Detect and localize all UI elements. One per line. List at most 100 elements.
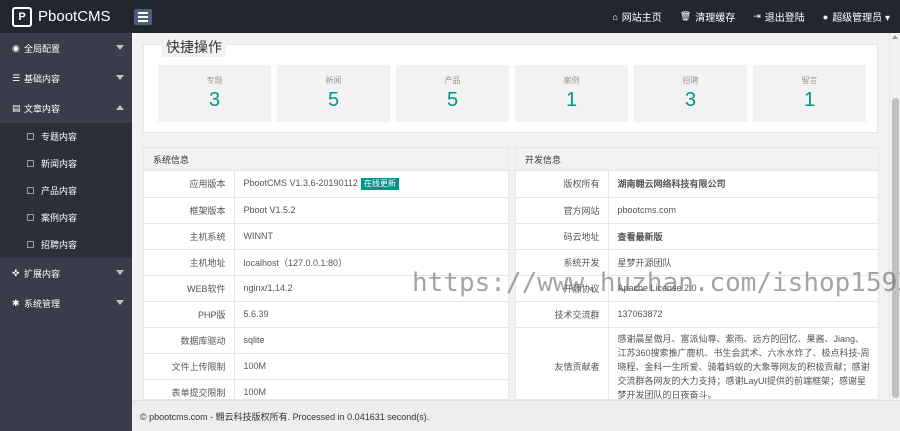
scroll-up-icon[interactable] <box>892 35 898 39</box>
file-text-icon: ▢ <box>26 212 35 222</box>
info-key: 友情贡献者 <box>516 327 609 400</box>
sidebar-item-global-config[interactable]: ◉ 全局配置 <box>0 33 132 63</box>
file-text-icon: ▢ <box>26 185 35 195</box>
file-text-icon: ▢ <box>26 239 35 249</box>
logo-icon: P <box>12 6 32 27</box>
quick-card-news[interactable]: 新闻 5 <box>277 65 390 122</box>
sidebar-item-extended-content[interactable]: ✜ 扩展内容 <box>0 258 132 288</box>
quick-card-value: 5 <box>327 89 340 111</box>
vertical-scrollbar[interactable] <box>889 33 900 400</box>
info-key: 码云地址 <box>516 223 609 250</box>
quick-card-topics[interactable]: 专题 3 <box>158 65 271 122</box>
chevron-down-icon <box>116 270 124 275</box>
user-menu[interactable]: ● 超级管理员 ▾ <box>823 9 890 25</box>
info-value: 5.6.39 <box>234 301 508 328</box>
sidebar-item-article-content[interactable]: ▤ 文章内容 <box>0 93 132 123</box>
table-row: 友情贡献者 感谢晨星傲月、富派仙尊、紫雨、远方的回忆、果酱、Jiang、江苏36… <box>516 327 878 400</box>
sidebar-item-system-management[interactable]: ✱ 系统管理 <box>0 288 132 318</box>
quick-card-products[interactable]: 产品 5 <box>396 65 509 122</box>
chevron-up-icon <box>116 105 124 110</box>
watermark: https://www.huzhan.com/ishop15931 <box>412 268 900 298</box>
sidebar-item-topics[interactable]: ▢ 专题内容 <box>0 123 132 150</box>
menu-toggle-button[interactable] <box>134 8 152 25</box>
info-key: 版权所有 <box>516 171 609 198</box>
table-row: 版权所有 湖南翱云网络科技有限公司 <box>516 171 878 198</box>
quick-actions: 快捷操作 专题 3 新闻 5 产品 5 案例 1 招聘 3 留言 1 <box>143 37 878 133</box>
dev-info-title: 开发信息 <box>516 148 878 171</box>
sidebar-item-basic-content[interactable]: ☰ 基础内容 <box>0 63 132 93</box>
info-value: 100M <box>234 353 508 380</box>
online-update-button[interactable]: 在线更新 <box>360 177 399 190</box>
sidebar-item-products[interactable]: ▢ 产品内容 <box>0 177 132 204</box>
sidebar-item-label: 全局配置 <box>24 43 61 54</box>
footer-text: © pbootcms.com - 翱云科技版权所有. Processed in … <box>140 411 430 422</box>
quick-card-label: 留言 <box>801 76 818 85</box>
table-row: PHP版 5.6.39 <box>144 301 508 328</box>
info-key: 文件上传限制 <box>144 353 235 380</box>
quick-cards: 专题 3 新闻 5 产品 5 案例 1 招聘 3 留言 1 <box>158 65 866 122</box>
system-info-title: 系统信息 <box>144 148 508 171</box>
table-row: 应用版本 PbootCMS V1.3.6-20190112 在线更新 <box>144 171 508 198</box>
footer: © pbootcms.com - 翱云科技版权所有. Processed in … <box>132 400 900 431</box>
table-row: 表单提交限制 100M <box>144 379 508 400</box>
gear-icon: ✱ <box>12 297 20 308</box>
info-key: PHP版 <box>144 301 235 328</box>
clear-cache-label: 清理缓存 <box>695 13 736 24</box>
chevron-down-icon <box>116 45 124 50</box>
table-row: 主机系统 WINNT <box>144 223 508 250</box>
info-key: 主机地址 <box>144 249 235 276</box>
file-text-icon: ▢ <box>26 131 35 141</box>
home-link[interactable]: ⌂ 网站主页 <box>612 9 661 25</box>
globe-icon: ◉ <box>12 42 20 53</box>
sidebar-item-news[interactable]: ▢ 新闻内容 <box>0 150 132 177</box>
sidebar-subitem-label: 案例内容 <box>41 213 78 223</box>
quick-card-value: 1 <box>565 89 578 111</box>
quick-card-jobs[interactable]: 招聘 3 <box>634 65 747 122</box>
quick-card-label: 产品 <box>444 76 461 85</box>
table-row: 技术交流群 137063872 <box>516 301 878 328</box>
expand-icon: ✜ <box>12 267 20 278</box>
quick-card-messages[interactable]: 留言 1 <box>753 65 866 122</box>
quick-card-value: 3 <box>208 89 221 111</box>
info-key: 技术交流群 <box>516 301 609 328</box>
quick-card-cases[interactable]: 案例 1 <box>515 65 628 122</box>
contributors-text: 感谢晨星傲月、富派仙尊、紫雨、远方的回忆、果酱、Jiang、江苏360搜索推广鹿… <box>608 327 878 400</box>
quick-card-label: 新闻 <box>325 76 342 85</box>
quick-card-value: 5 <box>446 89 459 111</box>
app-logo[interactable]: P PbootCMS <box>0 0 132 33</box>
copyright-link[interactable]: 湖南翱云网络科技有限公司 <box>608 171 878 198</box>
sidebar-item-jobs[interactable]: ▢ 招聘内容 <box>0 231 132 258</box>
clear-cache-link[interactable]: 🗑 清理缓存 <box>680 9 735 24</box>
sidebar: ◉ 全局配置 ☰ 基础内容 ▤ 文章内容 ▢ 专题内容 ▢ 新闻内容 ▢ 产品内… <box>0 33 132 431</box>
file-text-icon: ▢ <box>26 158 35 168</box>
hamburger-icon <box>138 11 148 14</box>
sidebar-subitem-label: 专题内容 <box>41 132 78 142</box>
sidebar-item-cases[interactable]: ▢ 案例内容 <box>0 204 132 231</box>
info-key: 框架版本 <box>144 197 235 224</box>
info-key: 主机系统 <box>144 223 235 250</box>
info-value: sqlite <box>234 327 508 354</box>
info-key: 应用版本 <box>144 171 235 198</box>
logout-label: 退出登陆 <box>764 13 805 24</box>
top-bar: P PbootCMS ⌂ 网站主页 🗑 清理缓存 ⇥ 退出登陆 ● 超级管理员 … <box>0 0 900 33</box>
quick-card-label: 案例 <box>563 76 580 85</box>
quick-card-value: 1 <box>803 89 816 111</box>
sidebar-item-label: 系统管理 <box>24 298 61 309</box>
sidebar-submenu: ▢ 专题内容 ▢ 新闻内容 ▢ 产品内容 ▢ 案例内容 ▢ 招聘内容 <box>0 123 132 258</box>
info-key: 表单提交限制 <box>144 379 235 400</box>
app-name: PbootCMS <box>38 8 111 25</box>
gitee-link[interactable]: 查看最新版 <box>608 223 878 250</box>
scrollbar-thumb[interactable] <box>892 98 899 398</box>
sidebar-item-label: 基础内容 <box>24 73 61 84</box>
sidebar-subitem-label: 招聘内容 <box>41 240 78 250</box>
official-site-link[interactable]: pbootcms.com <box>608 197 878 224</box>
logout-link[interactable]: ⇥ 退出登陆 <box>753 9 805 24</box>
info-value-cell: PbootCMS V1.3.6-20190112 在线更新 <box>234 171 508 198</box>
info-key: WEB软件 <box>144 275 235 302</box>
table-row: 码云地址 查看最新版 <box>516 223 878 250</box>
quick-card-value: 3 <box>684 89 697 111</box>
quick-actions-title: 快捷操作 <box>162 37 226 57</box>
sidebar-item-label: 文章内容 <box>24 103 61 114</box>
info-value: 100M <box>234 379 508 400</box>
table-row: 框架版本 Pboot V1.5.2 <box>144 197 508 224</box>
